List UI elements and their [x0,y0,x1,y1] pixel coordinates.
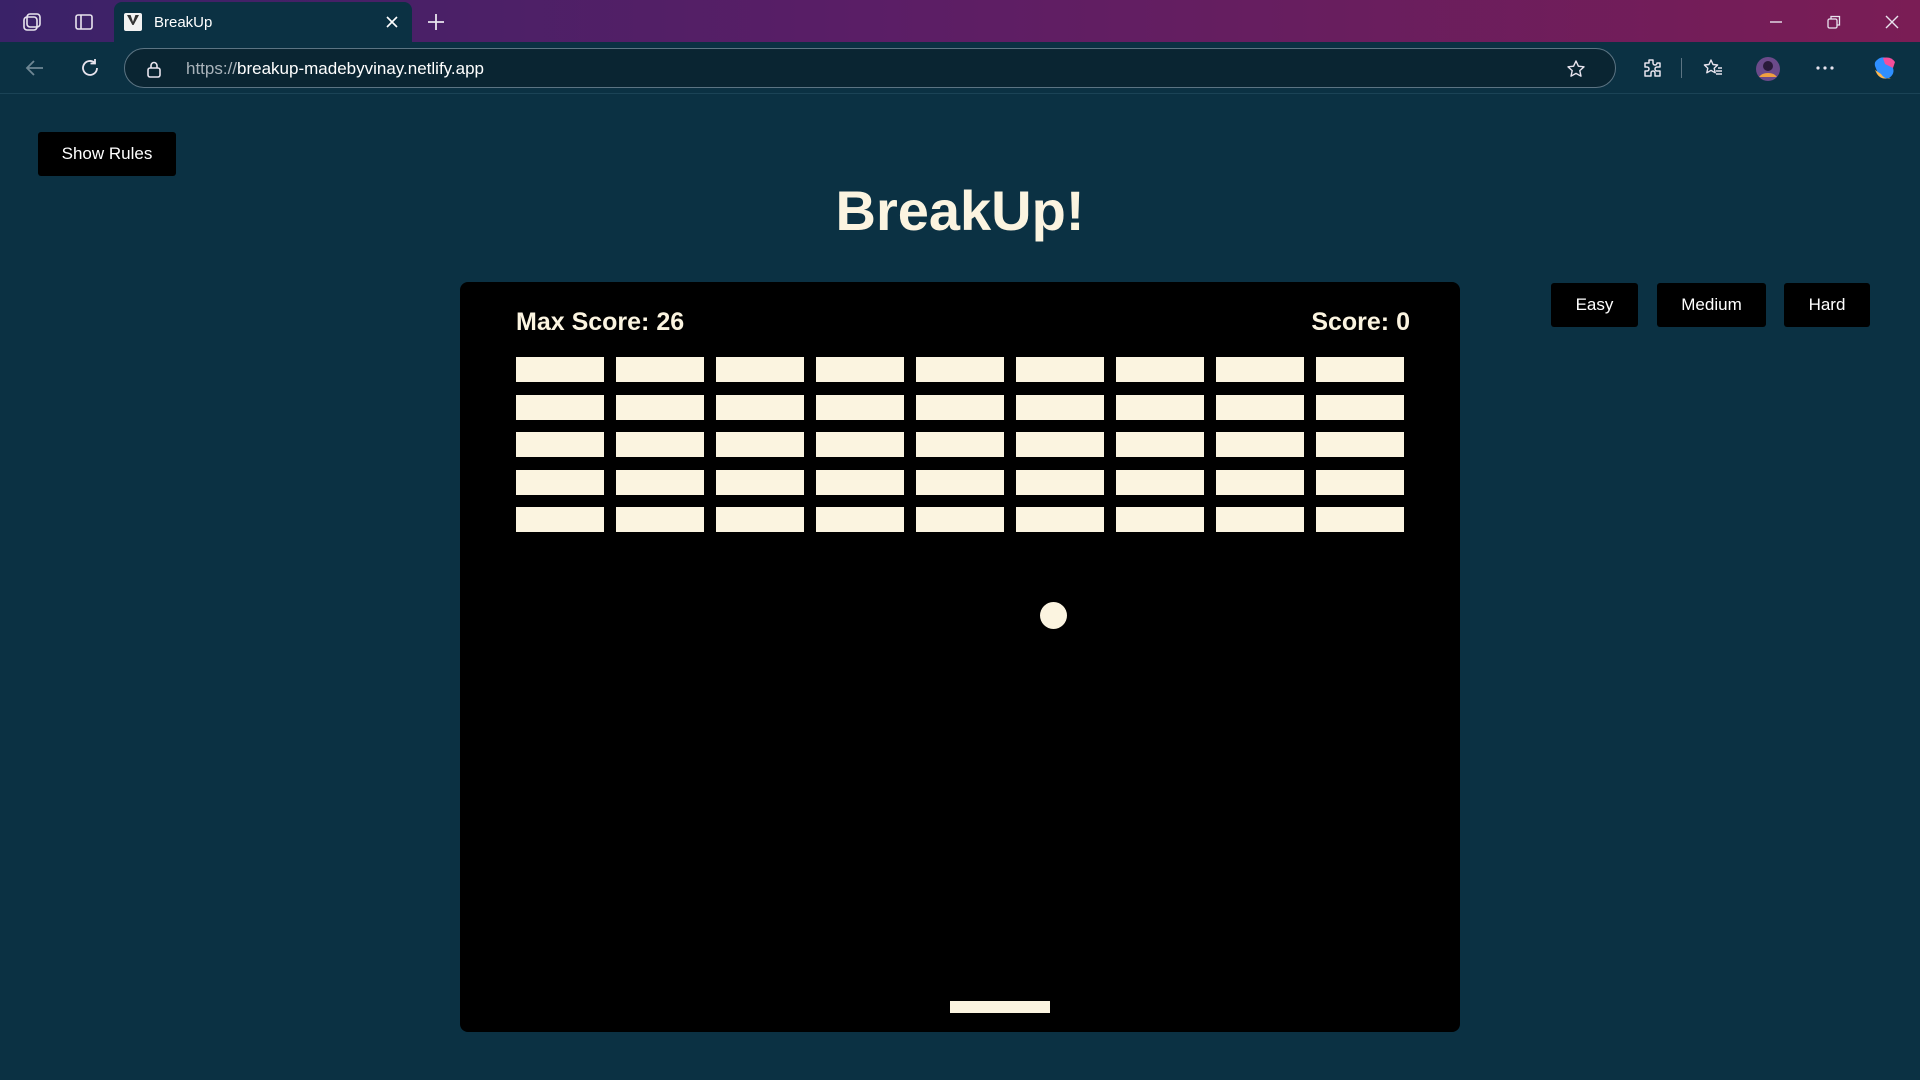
more-options-icon[interactable] [1812,56,1838,80]
brick [1216,469,1304,495]
brick [816,469,904,495]
brick [516,432,604,457]
tab-breakup[interactable]: BreakUp [114,2,412,42]
brick [616,469,704,495]
minimize-icon[interactable] [1762,10,1790,34]
brick [916,357,1004,382]
brick [816,432,904,457]
favorite-star-icon[interactable] [1565,58,1587,80]
brick [716,469,804,495]
workspaces-icon[interactable] [20,10,44,34]
brick [1316,432,1404,457]
brick [1016,357,1104,382]
ball [1040,602,1067,629]
tab-actions-icon[interactable] [72,10,96,34]
brick [616,432,704,457]
site-favicon-icon [124,13,142,31]
game-canvas[interactable]: Max Score: 26 Score: 0 [460,282,1460,1032]
brick [516,469,604,495]
brick [816,394,904,420]
profile-avatar-icon[interactable] [1754,55,1782,83]
brick [616,507,704,532]
score-text: Score: 0 [1311,308,1410,336]
brick [1016,469,1104,495]
brick [1316,357,1404,382]
brick [916,469,1004,495]
brick [716,432,804,457]
brick [1116,432,1204,457]
close-tab-icon[interactable] [384,14,400,30]
brick [816,357,904,382]
brick [1116,507,1204,532]
brick [1216,394,1304,420]
brick [1116,469,1204,495]
lock-icon[interactable] [145,59,163,79]
url-text[interactable]: https://breakup-madebyvinay.netlify.app [186,59,484,79]
brick [816,507,904,532]
brick [1016,507,1104,532]
difficulty-medium-button[interactable]: Medium [1657,283,1766,327]
extensions-icon[interactable] [1639,56,1665,80]
page-title: BreakUp! [835,179,1085,242]
brick [516,357,604,382]
refresh-icon[interactable] [77,56,103,80]
brick [1216,507,1304,532]
new-tab-icon[interactable] [424,10,448,34]
brick [716,507,804,532]
brick [1016,432,1104,457]
brick [916,507,1004,532]
brick [716,357,804,382]
brick [1116,357,1204,382]
brick [1216,357,1304,382]
back-icon[interactable] [22,56,48,80]
brick [616,357,704,382]
favorites-icon[interactable] [1700,56,1726,80]
brick [1116,394,1204,420]
url-protocol: https:// [186,59,238,78]
close-window-icon[interactable] [1878,10,1906,34]
brick [916,432,1004,457]
url-host: breakup-madebyvinay.netlify.app [237,59,484,78]
max-score-text: Max Score: 26 [516,308,685,336]
restore-icon[interactable] [1820,10,1848,34]
brick [1016,394,1104,420]
brick [1316,469,1404,495]
copilot-icon[interactable] [1870,54,1900,82]
brick [516,394,604,420]
brick [616,394,704,420]
difficulty-easy-button[interactable]: Easy [1551,283,1638,327]
brick [916,394,1004,420]
show-rules-button[interactable]: Show Rules [38,132,176,176]
brick [1316,507,1404,532]
tab-title: BreakUp [154,14,213,31]
brick [516,507,604,532]
difficulty-hard-button[interactable]: Hard [1784,283,1870,327]
brick [1316,394,1404,420]
address-bar[interactable]: https://breakup-madebyvinay.netlify.app [124,48,1616,88]
browser-tab-bar: BreakUp [0,0,1920,42]
brick [1216,432,1304,457]
brick [716,394,804,420]
browser-nav-bar: https://breakup-madebyvinay.netlify.app [0,42,1920,94]
paddle[interactable] [950,1001,1050,1013]
toolbar-divider [1681,58,1682,78]
page-content: Show Rules BreakUp! Easy Medium Hard Max… [0,94,1920,1080]
